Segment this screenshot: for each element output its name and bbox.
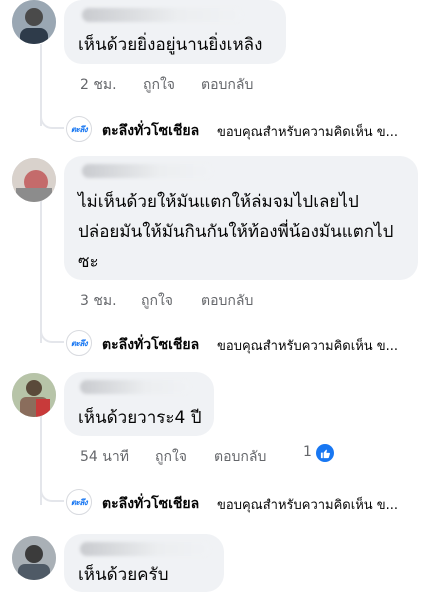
commenter-avatar[interactable] [12, 0, 56, 44]
thread-connector [40, 101, 64, 129]
comment-meta: 3 ชม. ถูกใจ ตอบกลับ [80, 290, 380, 310]
comment-text-line: ซะ [78, 252, 99, 272]
page-avatar[interactable]: ตะลึง [66, 116, 92, 142]
page-reply-text: ขอบคุณสำหรับความคิดเห็น ข... [217, 339, 399, 354]
page-avatar[interactable]: ตะลึง [66, 330, 92, 356]
page-logo-text: ตะลึง [70, 497, 88, 507]
like-button[interactable]: ถูกใจ [143, 74, 175, 96]
comment-text: เห็นด้วยครับ [78, 565, 169, 585]
comment-time[interactable]: 2 ชม. [80, 74, 117, 96]
thumbs-up-icon[interactable] [316, 444, 334, 462]
page-reply-text: ขอบคุณสำหรับความคิดเห็น ข... [217, 498, 399, 513]
comment-time[interactable]: 3 ชม. [80, 290, 117, 312]
comment-text-line: ไม่เห็นด้วยให้มันแตกให้ล่มจมไปเลยไป [78, 192, 359, 212]
comment-time[interactable]: 54 นาที [80, 446, 129, 468]
reply-button[interactable]: ตอบกลับ [214, 446, 266, 468]
reply-button[interactable]: ตอบกลับ [201, 74, 253, 96]
comment-text: เห็นด้วยยิ่งอยู่นานยิ่งเหลิง [78, 35, 263, 55]
comment-bubble: เห็นด้วยวาระ4 ปี [64, 372, 214, 436]
redacted-commenter-name [80, 542, 210, 556]
page-name[interactable]: ตะลึงทั่วโซเชียล [102, 334, 199, 356]
thread-connector [40, 315, 64, 343]
like-button[interactable]: ถูกใจ [141, 290, 173, 312]
reaction-count[interactable]: 1 [303, 444, 312, 460]
redacted-commenter-name [82, 164, 212, 178]
redacted-commenter-name [82, 8, 242, 22]
comment-text: เห็นด้วยวาระ4 ปี [78, 408, 202, 428]
page-name[interactable]: ตะลึงทั่วโซเชียล [102, 120, 199, 142]
page-logo-text: ตะลึง [70, 338, 88, 348]
commenter-avatar[interactable] [12, 536, 56, 580]
page-logo-text: ตะลึง [70, 124, 88, 134]
comment-meta: 54 นาที ถูกใจ ตอบกลับ [80, 446, 410, 466]
page-reply-preview[interactable]: ตะลึง ตะลึงทั่วโซเชียล ขอบคุณสำหรับความค… [40, 315, 428, 361]
page-avatar[interactable]: ตะลึง [66, 489, 92, 515]
page-reply-preview[interactable]: ตะลึง ตะลึงทั่วโซเชียล ขอบคุณสำหรับความค… [40, 101, 428, 147]
comment-text-line: ปล่อยมันให้มันกินกันให้ท้องพี่น้องมันแตก… [78, 222, 394, 242]
redacted-commenter-name [80, 380, 190, 394]
commenter-avatar[interactable] [12, 158, 56, 202]
comment-bubble: เห็นด้วยยิ่งอยู่นานยิ่งเหลิง [64, 0, 286, 64]
page-reply-preview[interactable]: ตะลึง ตะลึงทั่วโซเชียล ขอบคุณสำหรับความค… [40, 474, 428, 520]
reply-button[interactable]: ตอบกลับ [201, 290, 253, 312]
comment-bubble: เห็นด้วยครับ [64, 534, 224, 592]
page-reply-text: ขอบคุณสำหรับความคิดเห็น ข... [217, 125, 399, 140]
page-name[interactable]: ตะลึงทั่วโซเชียล [102, 493, 199, 515]
thread-connector [40, 474, 64, 502]
like-button[interactable]: ถูกใจ [155, 446, 187, 468]
comment-meta: 2 ชม. ถูกใจ ตอบกลับ [80, 74, 380, 94]
commenter-avatar[interactable] [12, 373, 56, 417]
comment-bubble: ไม่เห็นด้วยให้มันแตกให้ล่มจมไปเลยไป ปล่อ… [64, 156, 418, 280]
